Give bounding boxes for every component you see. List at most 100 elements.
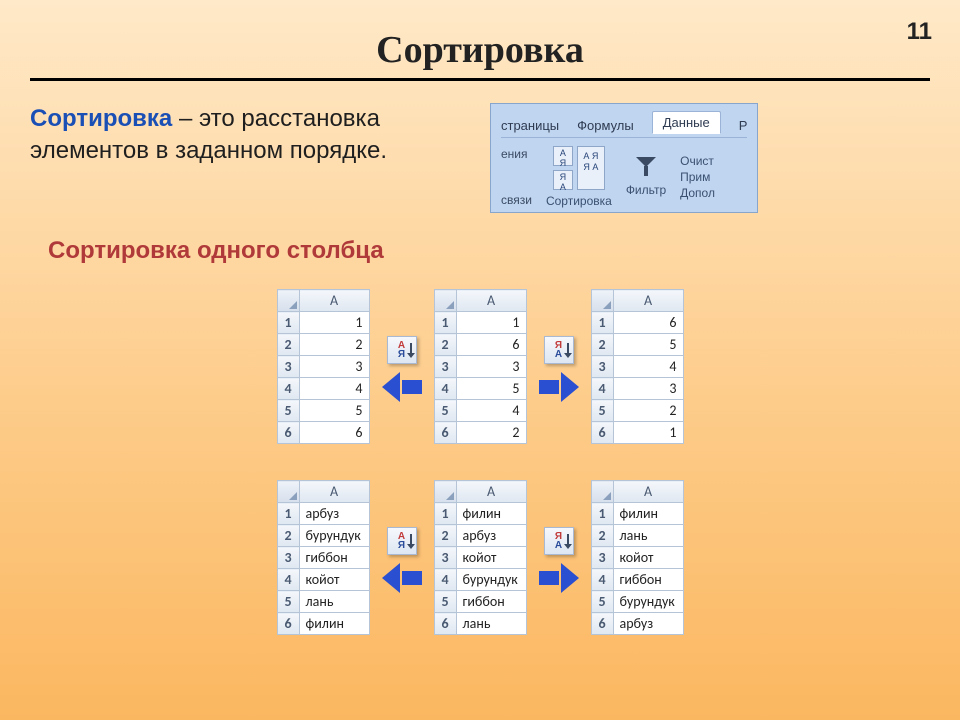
cell[interactable]: 1 <box>613 422 683 444</box>
cell[interactable]: лань <box>299 591 369 613</box>
sort-dialog-button[interactable]: А ЯЯ А <box>577 146 605 190</box>
col-header-a[interactable]: A <box>613 481 683 503</box>
row-header[interactable]: 6 <box>434 613 456 635</box>
cell[interactable]: койот <box>299 569 369 591</box>
row-header[interactable]: 1 <box>277 503 299 525</box>
row-header[interactable]: 5 <box>277 591 299 613</box>
filter-icon[interactable] <box>633 157 659 179</box>
cell[interactable]: лань <box>456 613 526 635</box>
ribbon-reapply-label[interactable]: Прим <box>680 170 715 184</box>
ribbon-tab-page-layout[interactable]: страницы <box>501 118 559 133</box>
ribbon-screenshot: страницы Формулы Данные Р ения связи АЯ … <box>490 103 758 213</box>
select-all-corner[interactable] <box>277 481 299 503</box>
row-header[interactable]: 6 <box>434 422 456 444</box>
cell[interactable]: 4 <box>456 400 526 422</box>
cell[interactable]: 5 <box>456 378 526 400</box>
col-header-a[interactable]: A <box>299 481 369 503</box>
cell[interactable]: 5 <box>613 334 683 356</box>
row-header[interactable]: 1 <box>591 503 613 525</box>
cell[interactable]: койот <box>456 547 526 569</box>
row-header[interactable]: 2 <box>277 525 299 547</box>
select-all-corner[interactable] <box>277 290 299 312</box>
row-header[interactable]: 3 <box>277 547 299 569</box>
cell[interactable]: гиббон <box>456 591 526 613</box>
sort-asc-button[interactable]: АЯ <box>553 146 573 166</box>
row-header[interactable]: 3 <box>277 356 299 378</box>
cell[interactable]: арбуз <box>456 525 526 547</box>
cell[interactable]: 1 <box>299 312 369 334</box>
col-header-a[interactable]: A <box>613 290 683 312</box>
cell[interactable]: 3 <box>299 356 369 378</box>
row-header[interactable]: 2 <box>434 334 456 356</box>
cell[interactable]: 4 <box>613 356 683 378</box>
row-header[interactable]: 6 <box>591 613 613 635</box>
cell[interactable]: койот <box>613 547 683 569</box>
select-all-corner[interactable] <box>591 290 613 312</box>
sort-desc-button[interactable]: ЯА <box>553 170 573 190</box>
row-header[interactable]: 4 <box>434 378 456 400</box>
cell[interactable]: 6 <box>456 334 526 356</box>
cell[interactable]: 5 <box>299 400 369 422</box>
row-header[interactable]: 6 <box>277 613 299 635</box>
ribbon-clear-label[interactable]: Очист <box>680 154 715 168</box>
cell[interactable]: 6 <box>299 422 369 444</box>
select-all-corner[interactable] <box>434 290 456 312</box>
cell[interactable]: филин <box>456 503 526 525</box>
cell[interactable]: гиббон <box>299 547 369 569</box>
cell[interactable]: 1 <box>456 312 526 334</box>
select-all-corner[interactable] <box>434 481 456 503</box>
cell[interactable]: 4 <box>299 378 369 400</box>
cell[interactable]: 3 <box>456 356 526 378</box>
cell[interactable]: 2 <box>456 422 526 444</box>
select-all-corner[interactable] <box>591 481 613 503</box>
row-header[interactable]: 5 <box>591 591 613 613</box>
cell[interactable]: лань <box>613 525 683 547</box>
col-header-a[interactable]: A <box>456 290 526 312</box>
row-header[interactable]: 1 <box>591 312 613 334</box>
ribbon-tab-formulas[interactable]: Формулы <box>577 118 634 133</box>
cell[interactable]: арбуз <box>299 503 369 525</box>
ribbon-filter-label: Фильтр <box>626 183 666 197</box>
row-header[interactable]: 6 <box>277 422 299 444</box>
row-header[interactable]: 5 <box>591 400 613 422</box>
row-header[interactable]: 1 <box>434 312 456 334</box>
cell[interactable]: филин <box>299 613 369 635</box>
row-header[interactable]: 5 <box>434 591 456 613</box>
cell[interactable]: арбуз <box>613 613 683 635</box>
row-header[interactable]: 2 <box>591 334 613 356</box>
row-header[interactable]: 2 <box>434 525 456 547</box>
row-header[interactable]: 2 <box>277 334 299 356</box>
cell[interactable]: 2 <box>613 400 683 422</box>
cell[interactable]: филин <box>613 503 683 525</box>
row-header[interactable]: 3 <box>591 547 613 569</box>
col-header-a[interactable]: A <box>456 481 526 503</box>
row-header[interactable]: 4 <box>434 569 456 591</box>
row-header[interactable]: 3 <box>591 356 613 378</box>
row-header[interactable]: 1 <box>434 503 456 525</box>
ribbon-tab-partial[interactable]: Р <box>739 118 748 133</box>
cell[interactable]: 3 <box>613 378 683 400</box>
cell[interactable]: 6 <box>613 312 683 334</box>
row-header[interactable]: 6 <box>591 422 613 444</box>
row-header[interactable]: 4 <box>591 569 613 591</box>
cell[interactable]: гиббон <box>613 569 683 591</box>
cell[interactable]: бурундук <box>456 569 526 591</box>
row-header[interactable]: 3 <box>434 356 456 378</box>
row-header[interactable]: 5 <box>434 400 456 422</box>
ribbon-sort-group: АЯ ЯА А ЯЯ А Сортировка <box>546 146 612 208</box>
row-header[interactable]: 2 <box>591 525 613 547</box>
cell[interactable]: бурундук <box>613 591 683 613</box>
ribbon-advanced-label[interactable]: Допол <box>680 186 715 200</box>
row-header[interactable]: 5 <box>277 400 299 422</box>
col-header-a[interactable]: A <box>299 290 369 312</box>
cell[interactable]: бурундук <box>299 525 369 547</box>
row-header[interactable]: 4 <box>277 378 299 400</box>
ribbon-tab-data[interactable]: Данные <box>652 111 721 134</box>
cell[interactable]: 2 <box>299 334 369 356</box>
ribbon-side-labels: Очист Прим Допол <box>680 154 715 200</box>
row-header[interactable]: 3 <box>434 547 456 569</box>
row-header[interactable]: 4 <box>591 378 613 400</box>
row-header[interactable]: 4 <box>277 569 299 591</box>
row-header[interactable]: 1 <box>277 312 299 334</box>
sort-chip-bot: Я <box>398 541 405 550</box>
